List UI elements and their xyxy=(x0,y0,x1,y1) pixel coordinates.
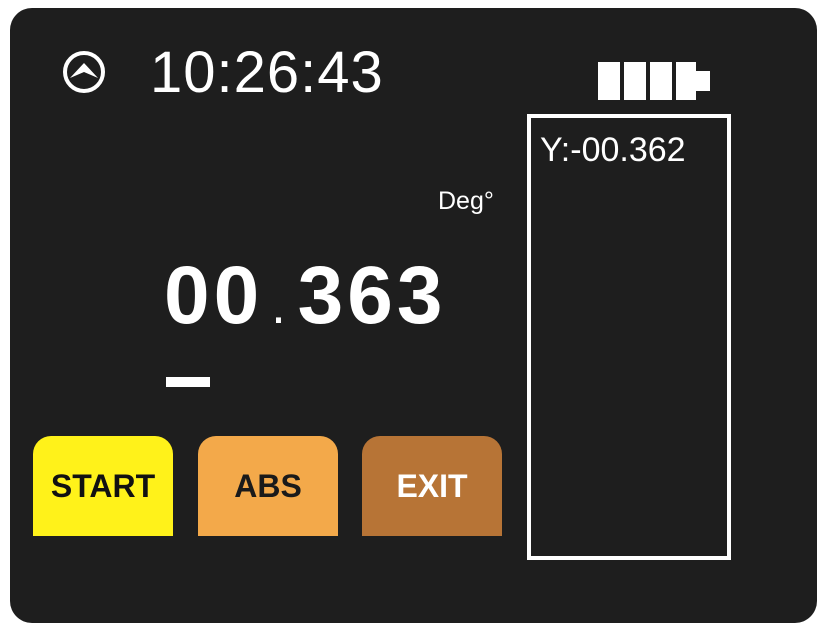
exit-button[interactable]: EXIT xyxy=(362,436,502,536)
y-axis-panel: Y:-00.362 xyxy=(527,114,731,560)
compass-arrow-icon xyxy=(63,51,105,93)
device-screen: 10:26:43 Deg° 00.363 START ABS EXIT Y:-0… xyxy=(10,8,817,623)
main-reading: 00.363 xyxy=(164,248,447,354)
negative-sign-indicator xyxy=(166,377,210,387)
y-axis-value: Y:-00.362 xyxy=(540,131,686,169)
unit-label: Deg° xyxy=(438,187,494,215)
abs-button[interactable]: ABS xyxy=(198,436,338,536)
reading-decimal-point: . xyxy=(271,277,290,335)
start-button[interactable]: START xyxy=(33,436,173,536)
battery-full-icon xyxy=(598,62,710,100)
reading-fraction: 363 xyxy=(297,250,447,341)
clock-time: 10:26:43 xyxy=(150,40,384,105)
reading-integer: 00 xyxy=(164,250,264,341)
